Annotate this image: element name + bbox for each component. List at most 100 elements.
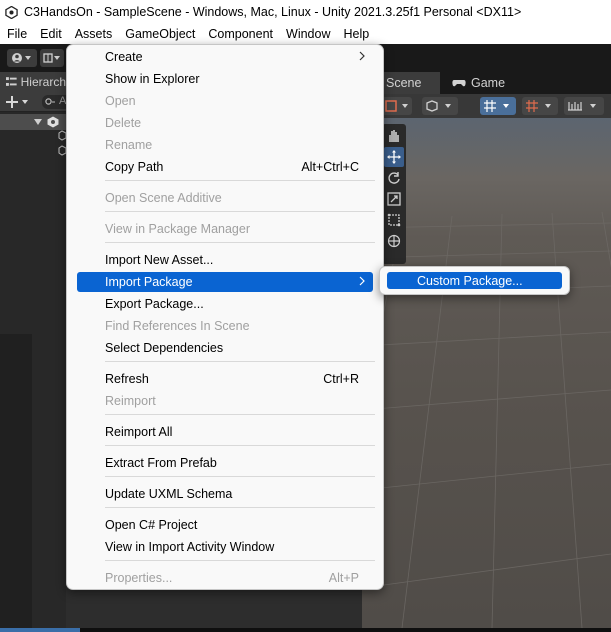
rotate-tool[interactable] bbox=[384, 168, 404, 188]
menu-item-label: Create bbox=[105, 50, 143, 64]
menu-item-label: Import Package bbox=[105, 275, 193, 289]
rect-tool[interactable] bbox=[384, 210, 404, 230]
menu-item-refresh[interactable]: Refresh Ctrl+R bbox=[77, 369, 373, 389]
menu-edit[interactable]: Edit bbox=[40, 27, 62, 41]
transform-tool[interactable] bbox=[384, 231, 404, 251]
search-icon bbox=[45, 98, 55, 105]
menu-separator bbox=[105, 242, 375, 243]
menu-item-label: View in Import Activity Window bbox=[105, 540, 275, 554]
menu-item-create[interactable]: Create bbox=[77, 47, 373, 67]
menu-separator bbox=[105, 361, 375, 362]
submenu-arrow-icon bbox=[359, 276, 365, 286]
menu-component[interactable]: Component bbox=[208, 27, 273, 41]
menu-item-label: Extract From Prefab bbox=[105, 456, 217, 470]
unity-logo-icon bbox=[4, 5, 18, 19]
move-tool[interactable] bbox=[384, 147, 404, 167]
menu-item-find-references-in-scene: Find References In Scene bbox=[77, 316, 373, 336]
menu-item-label: Select Dependencies bbox=[105, 341, 224, 355]
hierarchy-list-icon bbox=[6, 77, 17, 86]
menu-item-label: Refresh bbox=[105, 372, 149, 386]
menu-help[interactable]: Help bbox=[343, 27, 369, 41]
tab-game-label: Game bbox=[471, 76, 506, 90]
scene-tools-overlay bbox=[382, 124, 406, 264]
menu-item-label: Import New Asset... bbox=[105, 253, 214, 267]
menu-gameobject[interactable]: GameObject bbox=[125, 27, 195, 41]
menu-item-import-package[interactable]: Import Package bbox=[77, 272, 373, 292]
menu-item-reimport-all[interactable]: Reimport All bbox=[77, 422, 373, 442]
expand-arrow-icon[interactable] bbox=[34, 118, 42, 126]
menu-item-extract-from-prefab[interactable]: Extract From Prefab bbox=[77, 453, 373, 473]
window-title: C3HandsOn - SampleScene - Windows, Mac, … bbox=[24, 5, 522, 19]
menu-item-shortcut: Alt+Ctrl+C bbox=[301, 160, 359, 174]
cloud-button[interactable] bbox=[40, 49, 64, 67]
account-button[interactable] bbox=[7, 49, 37, 67]
menu-item-label: Delete bbox=[105, 116, 142, 130]
scene-tab-bar: Scene Game bbox=[360, 72, 611, 94]
menu-window[interactable]: Window bbox=[286, 27, 330, 41]
menu-item-select-dependencies[interactable]: Select Dependencies bbox=[77, 338, 373, 358]
tab-game[interactable]: Game bbox=[444, 72, 514, 94]
menu-item-show-in-explorer[interactable]: Show in Explorer bbox=[77, 69, 373, 89]
hand-icon bbox=[389, 130, 399, 142]
menu-item-label: Show in Explorer bbox=[105, 72, 200, 86]
menu-item-import-new-asset[interactable]: Import New Asset... bbox=[77, 250, 373, 270]
snap-grid-icon bbox=[526, 100, 551, 112]
menu-item-open-csharp-project[interactable]: Open C# Project bbox=[77, 515, 373, 535]
menu-item-properties: Properties... Alt+P bbox=[77, 568, 373, 588]
increment-snap-button[interactable] bbox=[564, 97, 604, 115]
menu-separator bbox=[105, 445, 375, 446]
scale-tool[interactable] bbox=[384, 189, 404, 209]
menu-item-export-package[interactable]: Export Package... bbox=[77, 294, 373, 314]
scene-toolbar bbox=[360, 94, 611, 118]
orientation-dropdown[interactable] bbox=[382, 97, 412, 115]
menu-item-open-scene-additive: Open Scene Additive bbox=[77, 188, 373, 208]
menu-item-label: Find References In Scene bbox=[105, 319, 250, 333]
scale-icon bbox=[387, 192, 401, 206]
gamepad-icon bbox=[452, 80, 466, 87]
menu-item-label: Update UXML Schema bbox=[105, 487, 233, 501]
tab-hierarchy[interactable]: Hierarch bbox=[0, 72, 66, 92]
menu-item-shortcut: Ctrl+R bbox=[323, 372, 359, 386]
menu-assets[interactable]: Assets bbox=[75, 27, 113, 41]
menu-item-view-import-activity[interactable]: View in Import Activity Window bbox=[77, 537, 373, 557]
menu-item-label: Properties... bbox=[105, 571, 173, 585]
draw-mode-dropdown[interactable] bbox=[422, 97, 458, 115]
menu-item-label: Copy Path bbox=[105, 160, 164, 174]
status-progress-accent bbox=[0, 628, 80, 632]
orientation-icon bbox=[385, 100, 408, 112]
hierarchy-toolbar: A bbox=[0, 92, 72, 112]
menu-separator bbox=[105, 211, 375, 212]
hierarchy-tab-label: Hierarch bbox=[20, 75, 66, 89]
window-title-bar: C3HandsOn - SampleScene - Windows, Mac, … bbox=[0, 0, 611, 24]
menu-item-label: Open bbox=[105, 94, 136, 108]
cloud-icon bbox=[43, 53, 60, 63]
account-icon bbox=[12, 53, 31, 63]
menu-item-copy-path[interactable]: Copy Path Alt+Ctrl+C bbox=[77, 157, 373, 177]
menu-file[interactable]: File bbox=[7, 27, 27, 41]
menu-item-update-uxml-schema[interactable]: Update UXML Schema bbox=[77, 484, 373, 504]
move-arrows-icon bbox=[387, 150, 401, 164]
import-package-submenu: Custom Package... bbox=[379, 266, 570, 295]
status-bar bbox=[0, 628, 611, 632]
toggle-grid-button[interactable] bbox=[480, 97, 516, 115]
cube-shading-icon bbox=[426, 100, 451, 112]
menu-separator bbox=[105, 476, 375, 477]
menu-item-label: Custom Package... bbox=[417, 273, 523, 288]
grid-snap-icon bbox=[484, 100, 509, 112]
menu-item-label: Open Scene Additive bbox=[105, 191, 222, 205]
menu-item-delete: Delete bbox=[77, 113, 373, 133]
rotate-icon bbox=[388, 172, 400, 184]
menu-item-shortcut: Alt+P bbox=[328, 571, 359, 585]
submenu-arrow-icon bbox=[359, 51, 365, 61]
menu-item-label: View in Package Manager bbox=[105, 222, 250, 236]
menu-bar: File Edit Assets GameObject Component Wi… bbox=[0, 24, 611, 44]
hierarchy-scene-row[interactable] bbox=[0, 114, 66, 130]
menu-item-custom-package[interactable]: Custom Package... bbox=[387, 272, 562, 289]
snap-settings-button[interactable] bbox=[522, 97, 558, 115]
menu-separator bbox=[105, 180, 375, 181]
menu-item-reimport: Reimport bbox=[77, 391, 373, 411]
menu-separator bbox=[105, 414, 375, 415]
view-tool[interactable] bbox=[384, 126, 404, 146]
add-plus-icon[interactable] bbox=[6, 96, 30, 108]
menu-item-view-in-package-manager: View in Package Manager bbox=[77, 219, 373, 239]
